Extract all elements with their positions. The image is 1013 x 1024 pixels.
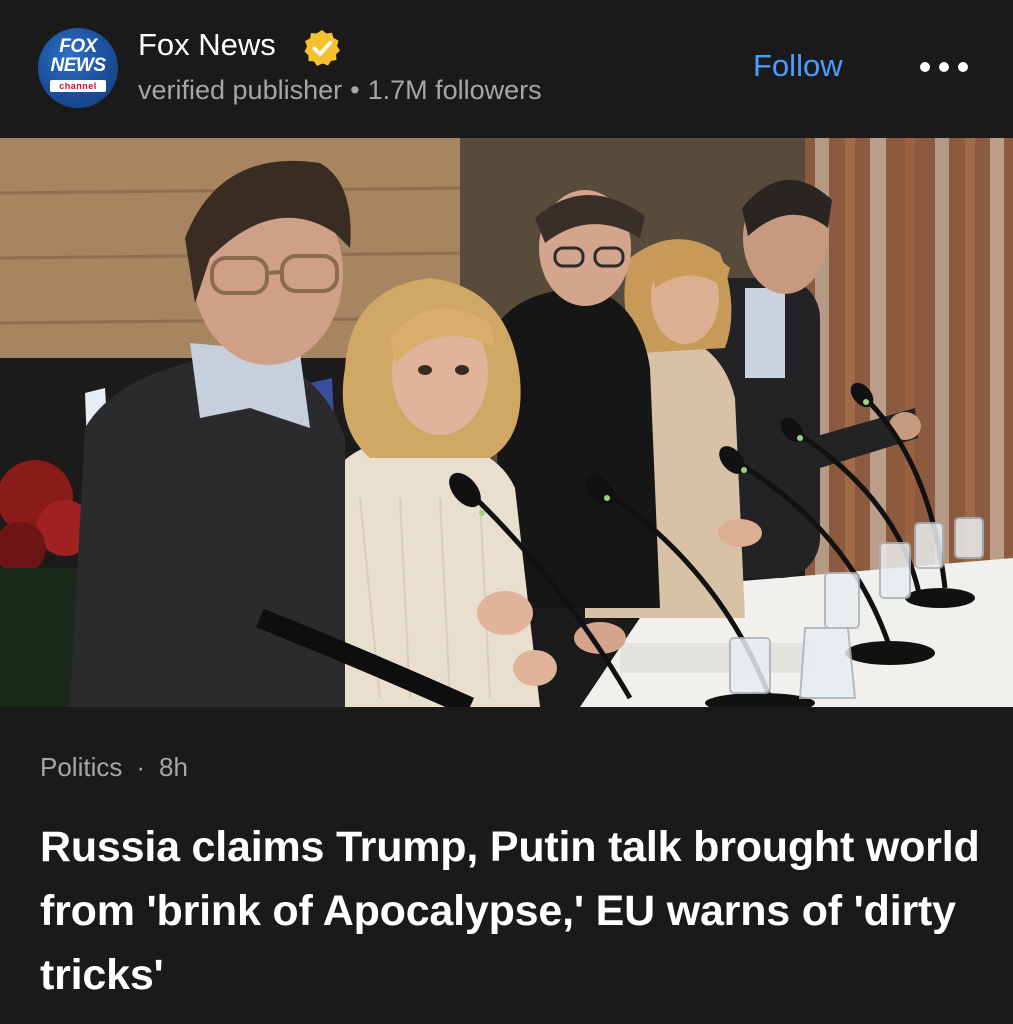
meta-separator: • (350, 75, 360, 105)
article-age: 8h (159, 752, 188, 782)
article-headline[interactable]: Russia claims Trump, Putin talk brought … (40, 815, 980, 1007)
article-card[interactable]: FOX NEWS channel Fox News verified publi… (0, 0, 1013, 1024)
logo-channel-label: channel (50, 80, 106, 92)
follower-count: 1.7M followers (367, 75, 542, 105)
publisher-meta: verified publisher • 1.7M followers (138, 75, 542, 106)
meta-dot: · (136, 752, 146, 782)
publisher-name[interactable]: Fox News (138, 27, 276, 63)
article-meta: Politics · 8h (40, 752, 188, 783)
publisher-logo[interactable]: FOX NEWS channel (38, 28, 118, 108)
article-photo[interactable] (0, 138, 1013, 707)
verified-badge-icon (304, 30, 340, 66)
logo-wordmark: FOX NEWS (50, 36, 107, 76)
publisher-header: FOX NEWS channel Fox News verified publi… (0, 0, 1013, 138)
more-options-icon[interactable] (920, 52, 970, 82)
publisher-descriptor: verified publisher (138, 75, 343, 105)
follow-button[interactable]: Follow (753, 48, 843, 84)
category-label[interactable]: Politics (40, 752, 122, 782)
